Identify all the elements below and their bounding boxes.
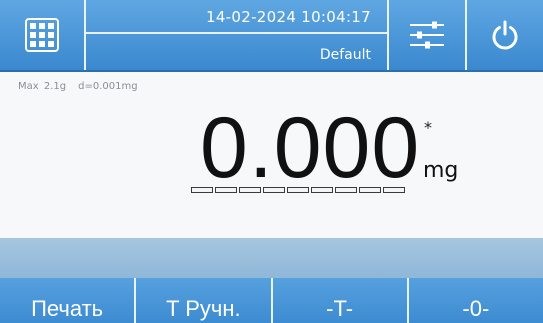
balance-screen: 14-02-2024 10:04:17 Default Max 2.1g d=0.… [0, 0, 543, 323]
print-button[interactable]: Печать [0, 278, 137, 323]
zero-button[interactable]: -0- [409, 278, 543, 323]
max-capacity: Max 2.1g [18, 81, 67, 92]
capacity-bargraph [191, 187, 405, 193]
bargraph-segment [311, 187, 333, 193]
stability-mark: * [424, 118, 432, 137]
function-keys: Печать T Ручн. -T- -0- [0, 278, 543, 323]
top-bar: 14-02-2024 10:04:17 Default [0, 0, 543, 72]
bargraph-segment [263, 187, 285, 193]
weight-unit[interactable]: mg [423, 158, 458, 183]
settings-button[interactable] [387, 0, 467, 70]
message-strip [0, 238, 543, 278]
manual-tare-button[interactable]: T Ручн. [136, 278, 273, 323]
power-button[interactable] [467, 0, 543, 70]
bargraph-segment [239, 187, 261, 193]
grid-menu-icon [25, 18, 59, 52]
tare-button[interactable]: -T- [273, 278, 409, 323]
power-icon [492, 20, 518, 50]
capacity-info: Max 2.1g d=0.001mg [18, 81, 150, 92]
bargraph-segment [383, 187, 405, 193]
bargraph-segment [191, 187, 213, 193]
date-time: 14-02-2024 10:04:17 [86, 0, 387, 34]
menu-button[interactable] [0, 0, 86, 70]
user-profile[interactable]: Default [86, 34, 387, 70]
sliders-icon [410, 21, 444, 49]
bargraph-segment [359, 187, 381, 193]
readability: d=0.001mg [78, 81, 138, 92]
bargraph-segment [215, 187, 237, 193]
header-info: 14-02-2024 10:04:17 Default [86, 0, 387, 70]
bargraph-segment [335, 187, 357, 193]
bargraph-segment [287, 187, 309, 193]
weight-value: 0.000 [200, 100, 421, 196]
